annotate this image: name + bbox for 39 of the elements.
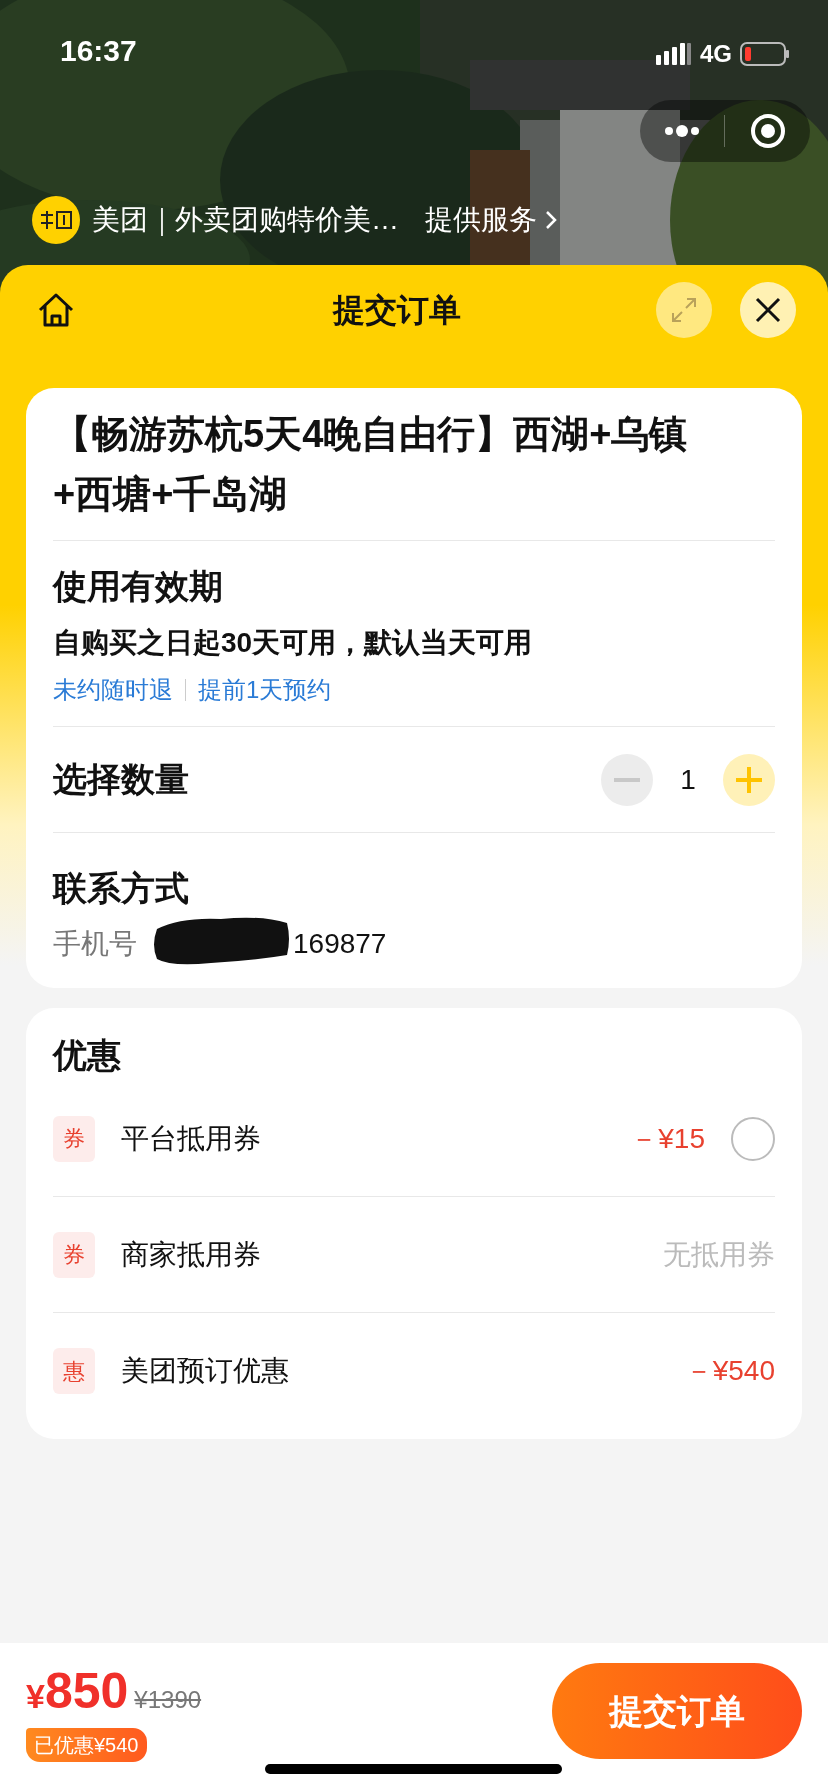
policy-tag: 未约随时退 <box>53 672 173 708</box>
mini-program-name: 美团｜外卖团购特价美… <box>92 203 399 238</box>
phone-number: 169877 <box>293 927 387 961</box>
service-link[interactable]: 提供服务 <box>425 199 557 241</box>
close-icon <box>755 297 781 323</box>
currency-symbol: ¥ <box>26 1677 45 1717</box>
target-icon <box>749 113 786 149</box>
more-icon <box>663 125 701 137</box>
expand-icon <box>670 296 698 324</box>
quantity-value: 1 <box>679 762 697 797</box>
battery-icon <box>740 42 790 66</box>
discount-label: 平台抵用券 <box>121 1121 262 1156</box>
savings-badge: 已优惠¥540 <box>26 1728 147 1762</box>
discount-status: 无抵用券 <box>663 1237 775 1272</box>
coupon-badge: 券 <box>53 1115 95 1162</box>
total-price: 850 <box>44 1665 129 1717</box>
product-title: 【畅游苏杭5天4晚自由行】西湖+乌镇+西塘+千岛湖 <box>53 412 689 517</box>
chevron-right-icon <box>545 210 557 230</box>
policy-tag: 提前1天预约 <box>198 672 332 708</box>
status-time: 16:37 <box>60 33 137 69</box>
discount-amount: －¥540 <box>684 1354 775 1388</box>
coupon-badge: 惠 <box>53 1348 95 1394</box>
select-radio[interactable] <box>731 1116 775 1161</box>
quantity-label: 选择数量 <box>53 759 190 800</box>
section-heading: 优惠 <box>53 1035 122 1076</box>
discount-amount: －¥15 <box>630 1121 705 1156</box>
coupon-badge: 券 <box>53 1231 95 1278</box>
network-type: 4G <box>700 39 732 69</box>
original-price: ¥1390 <box>134 1685 202 1715</box>
plus-icon <box>735 765 763 794</box>
phone-label: 手机号 <box>53 927 137 961</box>
minus-icon <box>614 777 640 782</box>
discount-label: 美团预订优惠 <box>121 1354 290 1388</box>
section-heading: 联系方式 <box>53 868 190 909</box>
discount-label: 商家抵用券 <box>121 1237 262 1272</box>
signal-icon <box>656 43 692 65</box>
validity-description: 自购买之日起30天可用，默认当天可用 <box>53 626 534 660</box>
section-heading: 使用有效期 <box>53 566 224 607</box>
page-title: 提交订单 <box>333 291 461 330</box>
